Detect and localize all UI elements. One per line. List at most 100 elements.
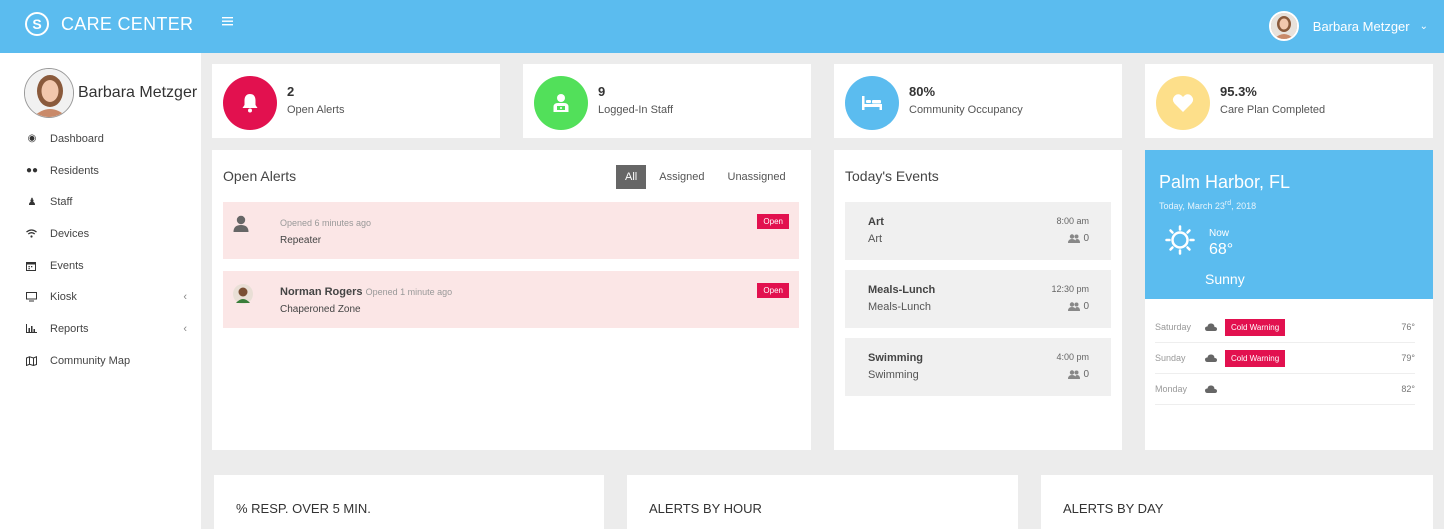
panel-title: Open Alerts <box>223 168 297 184</box>
users-icon <box>1068 302 1081 311</box>
forecast-temp: 79° <box>1401 353 1415 363</box>
sidebar: Barbara Metzger ◉ Dashboard ●● Residents… <box>0 53 201 529</box>
stat-label: Logged-In Staff <box>598 104 674 116</box>
sidebar-item-staff[interactable]: ♟ Staff <box>0 186 201 218</box>
map-icon <box>26 355 38 366</box>
stat-label: Open Alerts <box>287 104 345 116</box>
resident-avatar <box>233 284 253 304</box>
event-name: Swimming <box>868 352 924 364</box>
alert-row[interactable]: Opened 6 minutes ago Repeater Open <box>223 202 799 259</box>
stat-label: Care Plan Completed <box>1220 104 1326 116</box>
sidebar-nav: ◉ Dashboard ●● Residents ♟ Staff Devices… <box>0 123 201 377</box>
sidebar-item-label: Kiosk <box>50 291 77 304</box>
alert-filter-tabs: All Assigned Unassigned <box>616 165 799 189</box>
sidebar-item-dashboard[interactable]: ◉ Dashboard <box>0 123 201 155</box>
bell-icon <box>223 76 277 130</box>
sidebar-item-label: Events <box>50 259 84 272</box>
event-time: 4:00 pm <box>1056 352 1089 362</box>
sidebar-item-label: Community Map <box>50 354 131 367</box>
stat-card-care-plan-completed[interactable]: 95.3% Care Plan Completed <box>1145 64 1433 138</box>
forecast-row: Sunday Cold Warning 79° <box>1155 343 1415 374</box>
brand[interactable]: S CARE CENTER <box>25 12 193 36</box>
cloud-icon <box>1205 354 1219 362</box>
cloud-icon <box>1205 385 1219 393</box>
user-menu[interactable]: Barbara Metzger ⌄ <box>1268 11 1428 41</box>
event-time: 12:30 pm <box>1051 284 1089 294</box>
stat-value: 9 <box>598 84 606 99</box>
heart-icon <box>1156 76 1210 130</box>
stat-label: Community Occupancy <box>909 104 1023 116</box>
tab-all[interactable]: All <box>616 165 647 189</box>
dashboard-icon: ◉ <box>27 133 37 145</box>
hamburger-icon[interactable] <box>222 16 233 26</box>
sidebar-item-label: Reports <box>50 322 89 335</box>
resp-over-5-min-panel: % RESP. OVER 5 MIN. <box>214 475 604 529</box>
alert-location: Chaperoned Zone <box>280 304 361 315</box>
weather-temp: 68° <box>1209 241 1234 258</box>
alert-row[interactable]: Norman Rogers Opened 1 minute ago Chaper… <box>223 271 799 328</box>
event-category: Meals-Lunch <box>868 301 931 313</box>
alert-resident-name: Norman Rogers <box>280 286 363 298</box>
user-menu-name: Barbara Metzger <box>1312 18 1410 34</box>
forecast-day: Monday <box>1155 384 1188 394</box>
person-icon <box>233 215 251 233</box>
event-row[interactable]: Art Art 8:00 am 0 <box>845 202 1111 260</box>
calendar-icon <box>26 261 38 271</box>
sidebar-item-label: Devices <box>50 227 90 240</box>
forecast-day: Sunday <box>1155 353 1186 363</box>
event-attendees: 0 <box>1068 301 1089 312</box>
alert-time: Opened 1 minute ago <box>365 287 453 297</box>
event-category: Swimming <box>868 369 919 381</box>
stat-card-logged-in-staff[interactable]: 9 Logged-In Staff <box>523 64 811 138</box>
panel-title: ALERTS BY DAY <box>1063 501 1164 516</box>
staff-icon: ♟ <box>27 196 37 208</box>
event-category: Art <box>868 233 883 245</box>
tab-assigned[interactable]: Assigned <box>649 165 714 189</box>
sidebar-profile[interactable]: Barbara Metzger <box>0 53 201 118</box>
chevron-left-icon: ‹ <box>183 291 187 304</box>
tab-unassigned[interactable]: Unassigned <box>718 165 796 189</box>
sidebar-item-devices[interactable]: Devices <box>0 218 201 250</box>
sidebar-item-label: Staff <box>50 196 73 209</box>
forecast-day: Saturday <box>1155 322 1192 332</box>
weather-current: Palm Harbor, FL Today, March 23rd, 2018 … <box>1145 150 1433 299</box>
sidebar-item-reports[interactable]: Reports ‹ <box>0 313 201 345</box>
wifi-icon <box>26 229 38 239</box>
alerts-by-day-panel: ALERTS BY DAY <box>1041 475 1433 529</box>
event-row[interactable]: Meals-Lunch Meals-Lunch 12:30 pm 0 <box>845 270 1111 328</box>
status-badge: Open <box>757 214 789 229</box>
users-icon <box>1068 234 1081 243</box>
event-time: 8:00 am <box>1056 216 1089 226</box>
panel-title: % RESP. OVER 5 MIN. <box>236 501 371 516</box>
avatar <box>24 67 74 118</box>
open-alerts-panel: Open Alerts All Assigned Unassigned Open… <box>212 150 811 450</box>
event-name: Meals-Lunch <box>868 284 936 296</box>
stat-card-open-alerts[interactable]: 2 Open Alerts <box>212 64 500 138</box>
sidebar-item-residents[interactable]: ●● Residents <box>0 155 201 187</box>
attendee-count: 0 <box>1083 301 1089 312</box>
bar-chart-icon <box>26 324 38 334</box>
alert-location: Repeater <box>280 235 322 246</box>
weather-city: Palm Harbor, FL <box>1159 172 1291 192</box>
stat-card-community-occupancy[interactable]: 80% Community Occupancy <box>834 64 1122 138</box>
avatar <box>1268 11 1299 41</box>
event-attendees: 0 <box>1068 233 1089 244</box>
warning-badge: Cold Warning <box>1225 349 1286 367</box>
staff-badge-icon <box>534 76 588 130</box>
event-row[interactable]: Swimming Swimming 4:00 pm 0 <box>845 338 1111 396</box>
alert-title: Opened 6 minutes ago <box>280 217 371 229</box>
weather-condition: Sunny <box>1205 271 1245 287</box>
profile-name: Barbara Metzger <box>78 83 198 101</box>
sidebar-item-community-map[interactable]: Community Map <box>0 345 201 377</box>
alert-time: Opened 6 minutes ago <box>280 218 372 228</box>
sidebar-item-label: Dashboard <box>50 132 104 145</box>
cloud-icon <box>1205 323 1219 331</box>
status-badge: Open <box>757 283 789 298</box>
sidebar-item-kiosk[interactable]: Kiosk ‹ <box>0 281 201 313</box>
sidebar-item-label: Residents <box>50 164 99 177</box>
warning-badge: Cold Warning <box>1225 318 1286 336</box>
sidebar-item-events[interactable]: Events <box>0 250 201 282</box>
attendee-count: 0 <box>1083 369 1089 380</box>
forecast-temp: 76° <box>1401 322 1415 332</box>
todays-events-panel: Today's Events Art Art 8:00 am 0 Meals-L… <box>834 150 1122 450</box>
